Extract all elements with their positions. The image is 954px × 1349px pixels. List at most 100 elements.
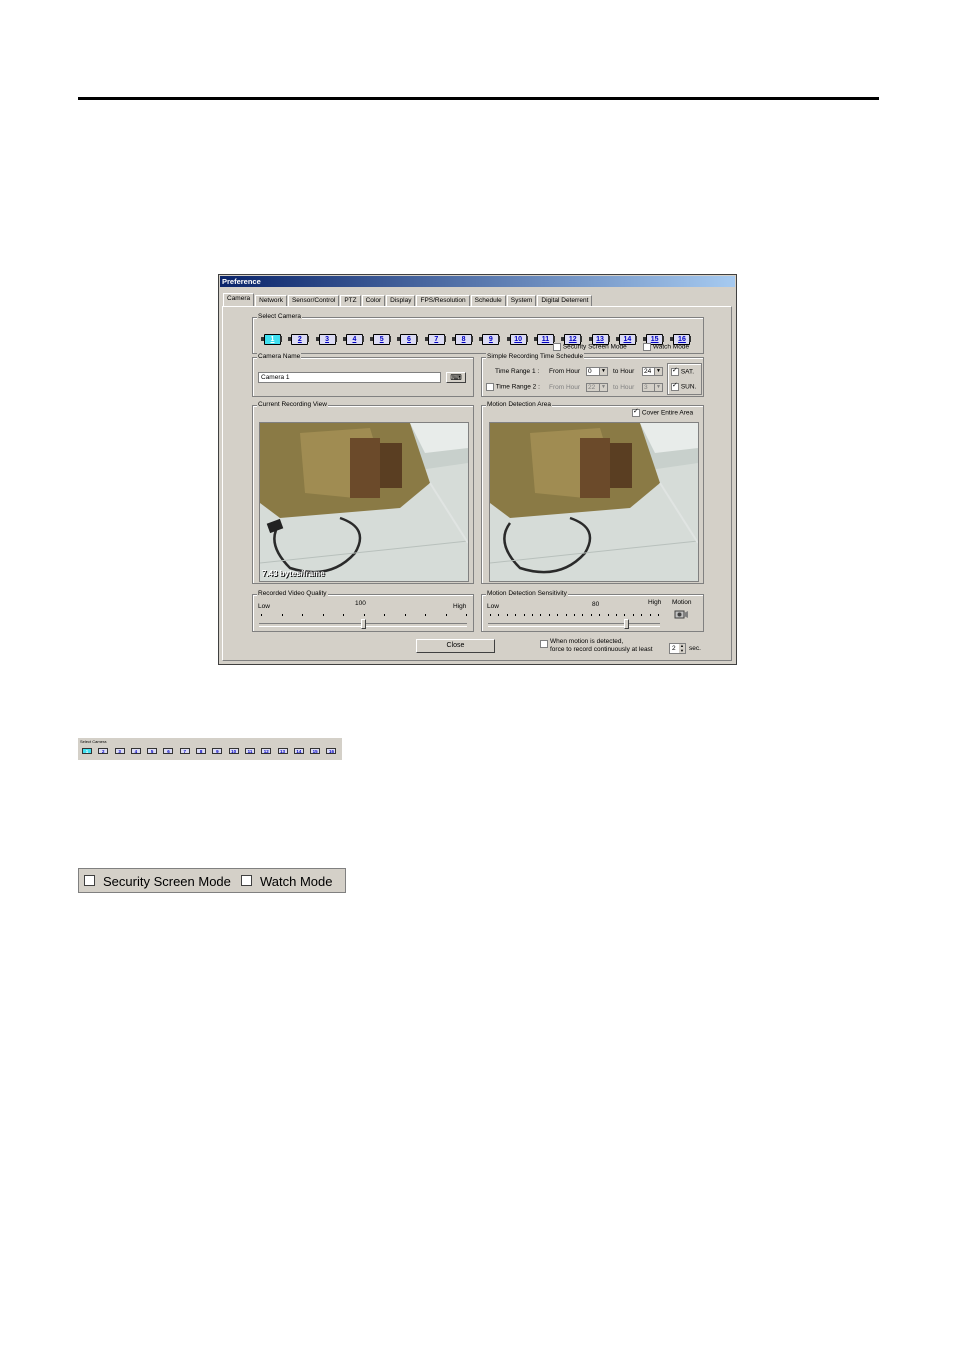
tab-color[interactable]: Color xyxy=(361,295,386,306)
mini-camera-button-1[interactable]: 1 xyxy=(80,748,95,754)
sun-checkbox[interactable] xyxy=(671,381,679,391)
quality-slider-thumb[interactable] xyxy=(361,619,366,629)
sensitivity-low-label: Low xyxy=(487,603,499,610)
range1-from-hour-select[interactable]: 0 ▼ xyxy=(586,367,608,376)
mini-camera-button-9[interactable]: 9 xyxy=(210,748,225,754)
dropdown-arrow-icon: ▼ xyxy=(654,384,662,391)
camera-button-7[interactable]: 7 xyxy=(424,334,447,345)
mini-camera-button-3[interactable]: 3 xyxy=(113,748,128,754)
mini-camera-row: 1 2 3 4 5 6 7 8 9 10 11 12 13 14 15 16 xyxy=(80,748,341,754)
mini-camera-number: 15 xyxy=(310,748,321,754)
tab-network[interactable]: Network xyxy=(255,295,287,306)
camera-name-input[interactable]: Camera 1 xyxy=(258,372,441,383)
watch-mode-label-large: Watch Mode xyxy=(260,874,333,889)
mini-camera-button-15[interactable]: 15 xyxy=(308,748,323,754)
mini-camera-number: 13 xyxy=(277,748,288,754)
force-record-checkbox[interactable] xyxy=(540,640,548,648)
mini-camera-button-6[interactable]: 6 xyxy=(161,748,176,754)
time-range-2-option[interactable]: Time Range 2 : xyxy=(486,383,540,391)
tab-fps-resolution[interactable]: FPS/Resolution xyxy=(416,295,470,306)
camera-button-1[interactable]: 1 xyxy=(261,334,283,345)
select-camera-group: Select Camera 1 2 3 4 5 6 7 8 9 10 11 12 13 14 15 16 Se… xyxy=(252,313,704,354)
mini-camera-button-2[interactable]: 2 xyxy=(96,748,111,754)
range2-to-hour-select[interactable]: 3 ▼ xyxy=(642,383,663,392)
motion-sensitivity-label: Motion Detection Sensitivity xyxy=(486,590,568,598)
tab-ptz[interactable]: PTZ xyxy=(340,295,361,306)
motion-detection-area-group: Motion Detection Area Cover Entire Area xyxy=(481,401,704,584)
security-screen-mode-option[interactable]: Security Screen Mode xyxy=(553,343,627,351)
tab-digital-deterrent[interactable]: Digital Deterrent xyxy=(537,295,593,306)
recorded-video-quality-label: Recorded Video Quality xyxy=(257,590,328,598)
range1-to-hour-select[interactable]: 24 ▼ xyxy=(642,367,663,376)
sun-label: SUN. xyxy=(680,383,697,391)
camera-button-3[interactable]: 3 xyxy=(315,334,338,345)
camera-number-label: 5 xyxy=(373,334,391,345)
camera-mount-icon xyxy=(280,336,282,342)
sat-checkbox[interactable] xyxy=(671,366,679,376)
sun-option[interactable]: SUN. xyxy=(671,381,697,391)
dialog-title-bar: Preference xyxy=(220,276,735,287)
sat-label: SAT. xyxy=(680,368,695,376)
mini-camera-button-14[interactable]: 14 xyxy=(292,748,307,754)
cover-entire-area-option[interactable]: Cover Entire Area xyxy=(632,407,693,417)
mini-camera-button-16[interactable]: 16 xyxy=(324,748,339,754)
tab-camera[interactable]: Camera xyxy=(223,293,255,306)
select-camera-strip-closeup: Select Camera 1 2 3 4 5 6 7 8 9 10 11 12 13 14 15 16 xyxy=(78,738,342,760)
camera-button-2[interactable]: 2 xyxy=(288,334,310,345)
camera-mount-icon xyxy=(689,336,692,342)
mini-camera-number: 4 xyxy=(130,748,141,754)
mini-camera-button-5[interactable]: 5 xyxy=(145,748,160,754)
mini-camera-button-10[interactable]: 10 xyxy=(227,748,242,754)
camera-button-6[interactable]: 6 xyxy=(397,334,419,345)
camera-button-4[interactable]: 4 xyxy=(342,334,365,345)
camera-button-10[interactable]: 10 xyxy=(506,334,529,345)
mini-camera-button-8[interactable]: 8 xyxy=(194,748,209,754)
close-button[interactable]: Close xyxy=(416,639,495,653)
time-range-2-checkbox[interactable] xyxy=(486,383,494,391)
security-screen-mode-checkbox[interactable] xyxy=(553,343,561,351)
camera-button-9[interactable]: 9 xyxy=(479,334,501,345)
tab-schedule[interactable]: Schedule xyxy=(470,295,506,306)
tab-system[interactable]: System xyxy=(506,295,537,306)
watch-mode-option[interactable]: Watch Mode xyxy=(643,343,689,351)
mini-camera-button-11[interactable]: 11 xyxy=(243,748,258,754)
spinner-arrows-icon[interactable]: ▲ ▼ xyxy=(679,643,685,653)
camera-number-label: 2 xyxy=(291,334,309,345)
motion-area-video[interactable] xyxy=(489,422,699,582)
mini-camera-number: 9 xyxy=(212,748,223,754)
camera-button-row: 1 2 3 4 5 6 7 8 9 10 11 12 13 14 15 16 xyxy=(261,334,698,345)
mini-camera-button-13[interactable]: 13 xyxy=(276,748,291,754)
time-range-1-label: Time Range 1 : xyxy=(495,368,540,375)
keyboard-button[interactable]: ⌨ xyxy=(446,372,466,383)
camera-mount-icon xyxy=(361,336,364,342)
force-record-option[interactable] xyxy=(540,640,548,648)
sensitivity-slider-thumb[interactable] xyxy=(623,619,629,629)
force-seconds-spinner[interactable]: 2 ▲ ▼ xyxy=(669,643,686,654)
time-range-2-label: Time Range 2 : xyxy=(495,383,540,391)
camera-button-8[interactable]: 8 xyxy=(452,334,474,345)
mini-camera-button-7[interactable]: 7 xyxy=(178,748,193,754)
camera-number-label: 9 xyxy=(482,334,500,345)
select-camera-label: Select Camera xyxy=(257,313,302,321)
camera-number-label: 7 xyxy=(427,334,445,345)
tab-sensor-control[interactable]: Sensor/Control xyxy=(287,295,340,306)
camera-number-label: 3 xyxy=(318,334,336,345)
tab-display[interactable]: Display xyxy=(386,295,416,306)
camera-button-5[interactable]: 5 xyxy=(370,334,392,345)
mini-camera-button-12[interactable]: 12 xyxy=(259,748,274,754)
sat-option[interactable]: SAT. xyxy=(671,366,695,376)
dropdown-arrow-icon: ▼ xyxy=(599,368,607,375)
quality-low-label: Low xyxy=(258,603,270,610)
security-screen-mode-checkbox-large[interactable] xyxy=(84,875,95,886)
watch-mode-checkbox-large[interactable] xyxy=(241,875,252,886)
cover-entire-area-checkbox[interactable] xyxy=(632,407,640,417)
mini-camera-number: 5 xyxy=(147,748,158,754)
sensitivity-slider-track[interactable] xyxy=(488,623,660,627)
camera-mount-icon xyxy=(389,336,392,342)
camera-number-label: 11 xyxy=(536,334,554,345)
force-record-line-2: force to record continuously at least xyxy=(550,646,653,653)
mini-camera-number: 16 xyxy=(326,748,337,754)
range2-from-hour-select[interactable]: 22 ▼ xyxy=(586,383,608,392)
watch-mode-checkbox[interactable] xyxy=(643,343,651,351)
mini-camera-button-4[interactable]: 4 xyxy=(129,748,144,754)
